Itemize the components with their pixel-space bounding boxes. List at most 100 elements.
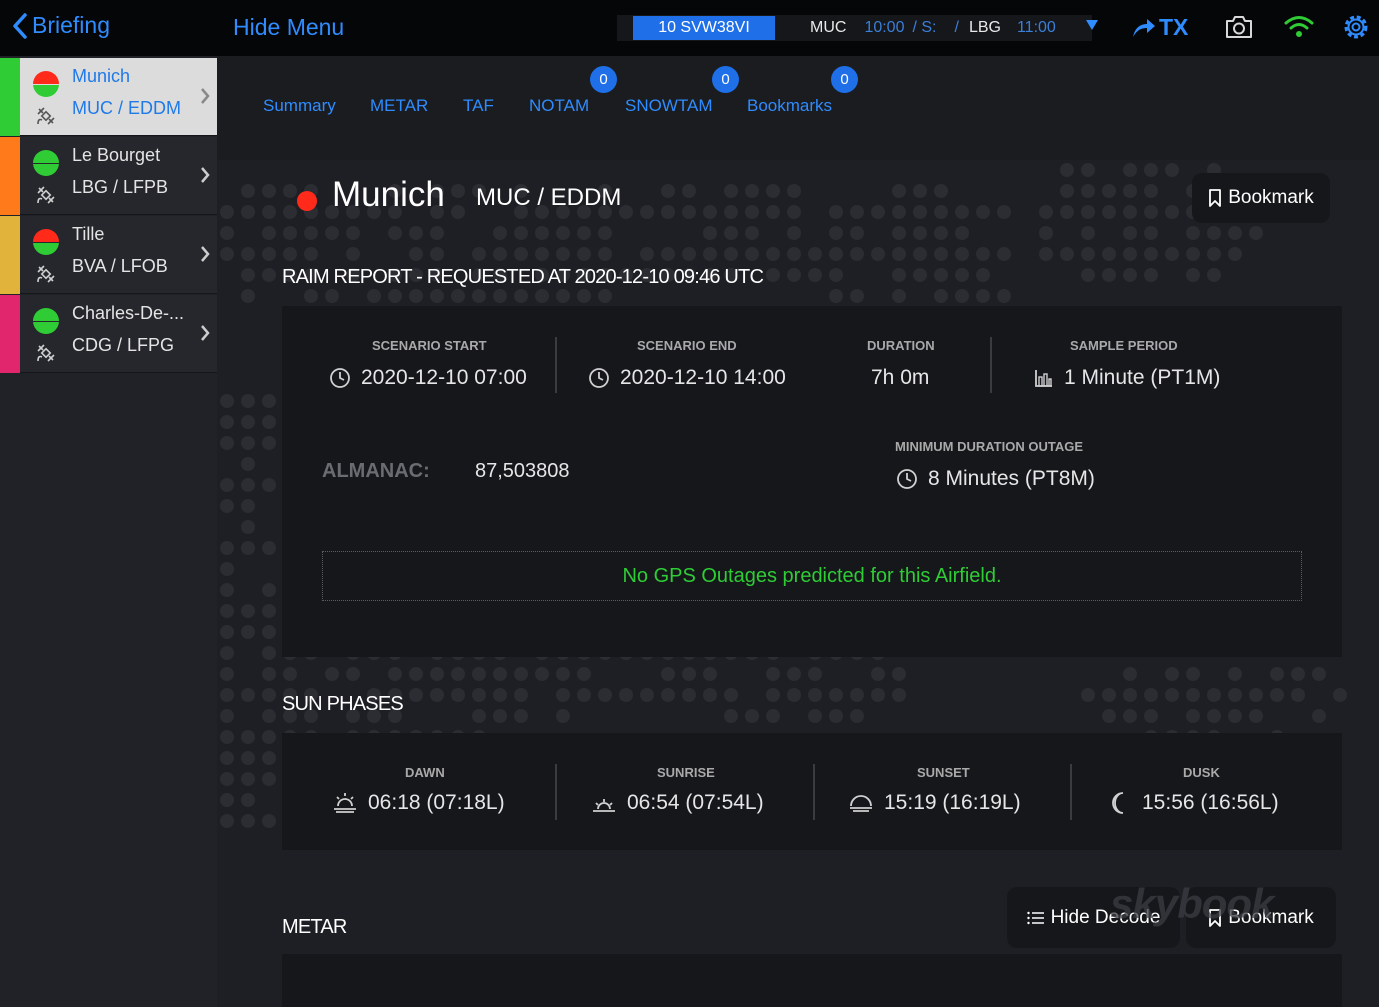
clock-icon: [589, 368, 609, 388]
status-stripe: [0, 216, 20, 294]
status-stripe: [0, 295, 20, 373]
airport-name: Munich: [72, 66, 131, 86]
notam-count-badge: 0: [590, 66, 617, 93]
airport-name: Le Bourget: [72, 145, 161, 165]
sunrise-label: SUNRISE: [657, 765, 715, 780]
satellite-icon: [37, 107, 55, 125]
briefing-tabs: Summary METAR TAF 0 NOTAM 0 SNOWTAM 0 Bo…: [217, 56, 1379, 160]
scenario-start-value: 2020-12-10 07:00: [329, 366, 527, 390]
separator-s: / S:: [912, 19, 937, 36]
airport-item-tille[interactable]: Tille BVA / LFOB: [0, 216, 217, 294]
tab-snowtam[interactable]: SNOWTAM: [625, 96, 713, 116]
sample-period-label: SAMPLE PERIOD: [1070, 338, 1178, 353]
watermark-logo: skybook: [1110, 880, 1274, 927]
tab-notam[interactable]: NOTAM: [529, 96, 589, 116]
weather-status-icon: [33, 229, 59, 255]
raim-panel: [282, 306, 1342, 657]
wifi-icon: [1284, 16, 1314, 37]
hide-menu-button[interactable]: Hide Menu: [233, 14, 344, 41]
tab-bookmarks[interactable]: Bookmarks: [747, 96, 832, 116]
snowtam-count-badge: 0: [712, 66, 739, 93]
clock-icon: [330, 368, 350, 388]
airport-name: Charles-De-...: [72, 303, 185, 323]
gps-outage-message: No GPS Outages predicted for this Airfie…: [322, 551, 1302, 601]
satellite-icon: [37, 344, 55, 362]
bookmark-label: Bookmark: [1228, 187, 1314, 208]
sunrise-value: 06:54 (07:54L): [591, 791, 764, 815]
back-button[interactable]: Briefing: [12, 12, 110, 39]
back-label: Briefing: [32, 12, 110, 38]
divider: [555, 337, 557, 393]
tx-label: TX: [1159, 14, 1189, 40]
bookmark-icon: [1209, 189, 1222, 207]
airport-code: CDG / LFPG: [72, 335, 175, 355]
divider: [813, 764, 815, 820]
bookmarks-count-badge: 0: [831, 66, 858, 93]
satellite-icon: [37, 265, 55, 283]
bookmark-button[interactable]: Bookmark: [1192, 173, 1330, 223]
status-stripe: [0, 58, 20, 136]
dusk-value: 15:56 (16:56L): [1108, 791, 1279, 815]
destination-code: LBG: [968, 19, 1001, 36]
status-stripe: [0, 137, 20, 215]
metar-panel: [282, 954, 1342, 1007]
divider: [990, 337, 992, 393]
gear-icon[interactable]: [1341, 12, 1371, 42]
destination-time: 11:00: [1016, 19, 1056, 36]
tx-button[interactable]: TX: [1131, 14, 1188, 41]
list-icon: [1026, 911, 1044, 924]
duration-value: 7h 0m: [871, 366, 930, 389]
satellite-icon: [37, 186, 55, 204]
metar-title: METAR: [282, 916, 347, 938]
chevron-right-icon: [201, 246, 210, 262]
duration-label: DURATION: [867, 338, 935, 353]
airport-code: MUC / EDDM: [72, 98, 181, 118]
dropdown-arrow-icon[interactable]: [1086, 20, 1098, 30]
page-title: Munich: [332, 175, 445, 214]
airport-item-le-bourget[interactable]: Le Bourget LBG / LFPB: [0, 137, 217, 215]
tab-taf[interactable]: TAF: [463, 96, 494, 116]
flight-id: 10 SVW38VI: [633, 16, 775, 40]
divider: [555, 764, 557, 820]
weather-status-icon: [33, 71, 59, 97]
sunset-value: 15:19 (16:19L): [848, 791, 1021, 815]
clock-icon: [897, 469, 917, 489]
origin-time: 10:00: [864, 19, 905, 36]
airport-code: LBG / LFPB: [72, 177, 169, 197]
airport-item-munich[interactable]: Munich MUC / EDDM: [0, 58, 217, 136]
chevron-right-icon: [201, 88, 210, 104]
sample-period-value: 1 Minute (PT1M): [1034, 366, 1220, 390]
almanac-value: 87,503808: [475, 460, 570, 482]
tab-summary[interactable]: Summary: [263, 96, 336, 116]
dawn-label: DAWN: [405, 765, 445, 780]
sun-phases-title: SUN PHASES: [282, 693, 404, 715]
divider: [1070, 764, 1072, 820]
airport-item-charles-de-gaulle[interactable]: Charles-De-... CDG / LFPG: [0, 295, 217, 373]
dawn-icon: [334, 793, 356, 813]
chevron-left-icon: [13, 12, 27, 39]
camera-icon[interactable]: [1224, 14, 1254, 40]
scenario-start-label: SCENARIO START: [372, 338, 487, 353]
min-outage-label: MINIMUM DURATION OUTAGE: [895, 439, 1083, 454]
raim-title: RAIM REPORT - REQUESTED AT 2020-12-10 09…: [282, 266, 764, 288]
almanac-label: ALMANAC:: [322, 460, 430, 482]
moon-icon: [1112, 792, 1124, 814]
weather-status-icon: [33, 150, 59, 176]
sunrise-icon: [593, 799, 615, 812]
airport-codes: MUC / EDDM: [476, 184, 622, 211]
share-arrow-icon: [1133, 18, 1155, 37]
weather-status-icon: [33, 308, 59, 334]
airport-code: BVA / LFOB: [72, 256, 168, 276]
sunset-label: SUNSET: [917, 765, 970, 780]
sunset-icon: [850, 795, 872, 812]
airport-name: Tille: [72, 224, 105, 244]
origin-code: MUC: [810, 19, 847, 36]
bar-chart-icon: [1035, 370, 1052, 387]
dusk-label: DUSK: [1183, 765, 1220, 780]
tab-metar[interactable]: METAR: [370, 96, 428, 116]
top-bar: Briefing Hide Menu 10 SVW38VI MUC 10:00 …: [0, 0, 1379, 56]
flight-selector[interactable]: 10 SVW38VI MUC 10:00 / S: / LBG 11:00: [617, 15, 1092, 41]
dawn-value: 06:18 (07:18L): [332, 791, 505, 815]
chevron-right-icon: [201, 325, 210, 341]
min-outage-value: 8 Minutes (PT8M): [896, 467, 1095, 491]
